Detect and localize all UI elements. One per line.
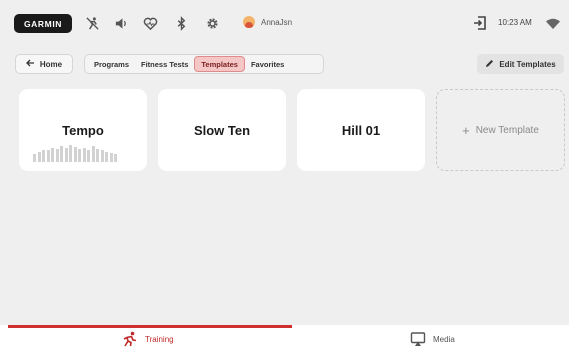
no-run-icon[interactable] — [84, 15, 100, 31]
user-name: AnnaJsn — [261, 17, 293, 27]
profile-bar — [51, 148, 54, 162]
profile-bar — [33, 154, 36, 162]
speaker-icon[interactable] — [113, 15, 129, 31]
template-name: Slow Ten — [193, 122, 251, 138]
profile-bar — [105, 152, 108, 162]
exit-icon[interactable] — [472, 15, 488, 31]
template-card-hill-01[interactable]: Hill 01 — [297, 89, 425, 171]
template-card-slow-ten[interactable]: Slow Ten — [158, 89, 286, 171]
profile-bar — [82, 148, 86, 162]
new-template-card[interactable]: + New Template — [436, 89, 565, 171]
profile-bar — [55, 149, 59, 162]
profile-bar — [109, 153, 113, 162]
training-label: Training — [145, 334, 174, 344]
bottom-tab-training[interactable]: Training — [122, 331, 174, 347]
template-card-tempo[interactable]: Tempo — [19, 89, 147, 171]
profile-bar — [100, 150, 104, 162]
bottom-tab-bar — [0, 325, 569, 352]
clock: 10:23 AM — [498, 18, 532, 27]
avatar-icon — [243, 16, 255, 28]
media-label: Media — [433, 334, 455, 344]
profile-bar — [60, 146, 63, 162]
tab-templates[interactable]: Templates — [194, 56, 245, 72]
profile-bar — [46, 150, 50, 162]
tab-bar: Programs Fitness Tests Templates Favorit… — [84, 54, 324, 74]
profile-bar — [37, 152, 41, 162]
home-label: Home — [39, 59, 63, 69]
profile-bar — [73, 147, 77, 162]
profile-bar — [114, 154, 117, 162]
bottom-tab-media[interactable]: Media — [410, 331, 455, 347]
profile-bar — [96, 149, 99, 162]
tab-fitness-tests[interactable]: Fitness Tests — [135, 56, 194, 72]
status-bar: GARMIN AnnaJsn 10:23 AM — [0, 0, 569, 46]
new-template-label: New Template — [475, 124, 539, 136]
tab-favorites[interactable]: Favorites — [245, 56, 290, 72]
wifi-icon[interactable] — [546, 18, 560, 29]
user-profile[interactable]: AnnaJsn — [243, 16, 292, 28]
home-button[interactable]: Home — [15, 54, 73, 74]
runner-icon — [123, 331, 137, 347]
edit-templates-label: Edit Templates — [499, 59, 556, 69]
profile-bar — [42, 150, 45, 162]
gear-icon[interactable] — [204, 15, 220, 31]
template-name: Hill 01 — [341, 122, 381, 138]
heart-icon[interactable] — [142, 15, 158, 31]
profile-bar — [78, 149, 81, 162]
workout-profile-graph — [33, 142, 117, 162]
profile-bar — [87, 150, 90, 162]
profile-bar — [64, 148, 68, 162]
tab-programs[interactable]: Programs — [88, 56, 135, 72]
pencil-icon — [485, 59, 494, 70]
garmin-logo: GARMIN — [14, 14, 72, 33]
profile-bar — [69, 145, 72, 162]
edit-templates-button[interactable]: Edit Templates — [477, 54, 564, 74]
back-arrow-icon — [25, 59, 35, 69]
plus-icon: + — [462, 122, 470, 138]
bluetooth-icon[interactable] — [173, 15, 189, 31]
media-icon — [410, 332, 426, 346]
active-tab-indicator — [8, 325, 292, 328]
template-name: Tempo — [62, 122, 104, 138]
profile-bar — [91, 146, 95, 162]
